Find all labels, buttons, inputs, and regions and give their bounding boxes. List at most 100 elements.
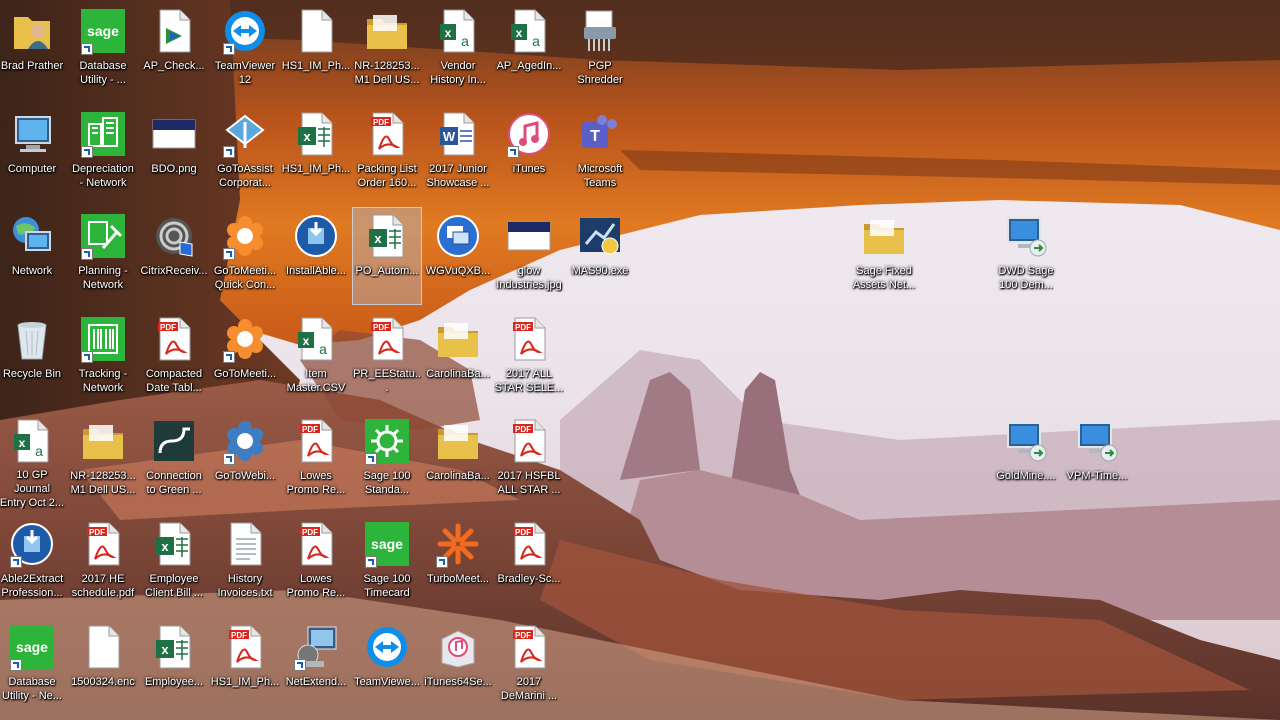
shortcut-arrow-icon [365, 453, 377, 466]
desktop-icon-nr-128253-2[interactable]: NR-128253... M1 Dell US... [68, 412, 138, 510]
desktop-icon-planning-network[interactable]: Planning - Network [68, 207, 138, 305]
desktop[interactable]: Brad Prather sage Database Utility - ... … [0, 0, 1280, 720]
desktop-icon-lowes-promo-1[interactable]: PDF Lowes Promo Re... [281, 412, 351, 510]
desktop-icon-tracking-network[interactable]: Tracking - Network [68, 310, 138, 408]
desktop-icon-hsfbl-all-star[interactable]: PDF 2017 HSFBL ALL STAR ... [494, 412, 564, 510]
desktop-icon-glow-industries[interactable]: glow Industries.jpg [494, 207, 564, 305]
desktop-icon-label: HS1_IM_Ph... [281, 162, 351, 175]
image-file-icon [505, 212, 553, 260]
svg-text:sage: sage [16, 639, 48, 655]
excel-icon: x [150, 520, 198, 568]
desktop-icon-recycle-bin[interactable]: Recycle Bin [0, 310, 67, 408]
desktop-icon-dwd-sage-100[interactable]: DWD Sage 100 Dem... [991, 207, 1061, 305]
desktop-icon-gotomeeting-quick[interactable]: GoToMeeti... Quick Con... [210, 207, 280, 305]
desktop-icon-brad-prather[interactable]: Brad Prather [0, 2, 67, 100]
netextender-icon [292, 623, 340, 671]
sage-icon: sage [79, 7, 127, 55]
desktop-icon-gotowebinar[interactable]: GoToWebi... [210, 412, 280, 510]
svg-text:PDF: PDF [231, 631, 247, 640]
desktop-icon-label: VPM-Time... [1066, 470, 1128, 483]
desktop-icon-packing-list[interactable]: PDF Packing List Order 160... [352, 105, 422, 203]
desktop-icon-citrix-receiver[interactable]: CitrixReceiv... [139, 207, 209, 305]
svg-text:PDF: PDF [515, 528, 531, 537]
desktop-icon-employee-client-bill[interactable]: x Employee Client Bill ... [139, 515, 209, 613]
desktop-icon-able2extract[interactable]: Able2Extract Profession... [0, 515, 67, 613]
desktop-icon-label: Planning - Network [78, 265, 128, 292]
desktop-icon-itunes64setup[interactable]: iTunes64Se... [423, 618, 493, 716]
desktop-icon-label: Lowes Promo Re... [286, 573, 346, 599]
desktop-icon-label: CarolinaBa... [426, 367, 490, 380]
desktop-icon-label: TeamViewer 12 [214, 60, 276, 86]
svg-text:PDF: PDF [515, 323, 531, 332]
desktop-icon-network[interactable]: Network [0, 207, 67, 305]
desktop-icon-mas90[interactable]: MAS90.exe [565, 207, 635, 305]
desktop-icon-carolinaba-1[interactable]: CarolinaBa... [423, 310, 493, 408]
text-file-icon [221, 520, 269, 568]
desktop-icon-junior-showcase[interactable]: W 2017 Junior Showcase ... [423, 105, 493, 203]
svg-text:PDF: PDF [515, 425, 531, 434]
desktop-icon-gp-journal[interactable]: x a 10 GP Journal Entry Oct 2... [0, 412, 67, 510]
desktop-icon-bdo-png[interactable]: BDO.png [139, 105, 209, 203]
desktop-icon-goldmine[interactable]: GoldMine.... [991, 412, 1061, 510]
desktop-icon-pr-eestatu[interactable]: PDF PR_EEStatu... [352, 310, 422, 408]
desktop-icon-bradley-sc[interactable]: PDF Bradley-Sc... [494, 515, 564, 613]
svg-text:x: x [161, 539, 169, 554]
desktop-icon-compacted-date[interactable]: PDF Compacted Date Tabl... [139, 310, 209, 408]
desktop-icon-employee[interactable]: x Employee... [139, 618, 209, 716]
desktop-icon-teamviewer[interactable]: TeamViewe... [352, 618, 422, 716]
desktop-icon-enc-file[interactable]: 1500324.enc [68, 618, 138, 716]
desktop-icon-lowes-promo-2[interactable]: PDF Lowes Promo Re... [281, 515, 351, 613]
desktop-icon-vendor-history[interactable]: x a Vendor History In... [423, 2, 493, 100]
desktop-icon-gotomeeting[interactable]: GoToMeeti... [210, 310, 280, 408]
shortcut-arrow-icon [436, 556, 448, 568]
pdf-icon: PDF [505, 417, 553, 465]
desktop-icon-pgp-shredder[interactable]: PGP Shredder [565, 2, 635, 100]
desktop-icon-itunes[interactable]: iTunes [494, 105, 564, 203]
desktop-icon-wgvuqxb[interactable]: WGVuQXB... [423, 207, 493, 305]
desktop-icon-all-star-sele[interactable]: PDF 2017 ALL STAR SELE... [494, 310, 564, 408]
desktop-icon-label: Computer [7, 162, 57, 175]
desktop-icon-carolinaba-2[interactable]: CarolinaBa... [423, 412, 493, 510]
desktop-icon-label: 2017 Junior Showcase ... [426, 162, 490, 189]
desktop-icon-hs1-im-ph-1[interactable]: HS1_IM_Ph... [281, 2, 351, 100]
desktop-icon-he-schedule[interactable]: PDF 2017 HE schedule.pdf [68, 515, 138, 613]
svg-text:x: x [161, 642, 169, 657]
desktop-icon-turbomeeting[interactable]: TurboMeet... [423, 515, 493, 613]
desktop-icon-teamviewer-12[interactable]: TeamViewer 12 [210, 2, 280, 100]
desktop-icon-label: Bradley-Sc... [497, 573, 561, 585]
desktop-icon-history-invoices[interactable]: History Invoices.txt [210, 515, 280, 613]
desktop-icon-install-able[interactable]: InstallAble... [281, 207, 351, 305]
word-icon: W [434, 110, 482, 158]
desktop-icon-database-utility[interactable]: sage Database Utility - ... [68, 2, 138, 100]
desktop-icon-ap-agedin[interactable]: x a AP_AgedIn... [494, 2, 564, 100]
desktop-icon-label: InstallAble... [286, 265, 346, 278]
desktop-icon-sage-fixed-assets[interactable]: Sage Fixed Assets Net... [849, 207, 919, 305]
desktop-icon-computer[interactable]: Computer [0, 105, 67, 203]
desktop-icon-vpm-time[interactable]: VPM-Time... [1062, 412, 1132, 510]
desktop-icon-demarini[interactable]: PDF 2017 DeMarini ... [494, 618, 564, 716]
desktop-icon-gotoassist[interactable]: GoToAssist Corporat... [210, 105, 280, 203]
desktop-icon-sage100-timecard[interactable]: sage Sage 100 Timecard [352, 515, 422, 613]
desktop-icon-microsoft-teams[interactable]: T Microsoft Teams [565, 105, 635, 203]
app-window-icon [434, 212, 482, 260]
desktop-icon-depreciation-network[interactable]: Depreciation - Network [68, 105, 138, 203]
desktop-icon-sage100-standard[interactable]: Sage 100 Standa... [352, 412, 422, 510]
desktop-icon-label: TurboMeet... [427, 573, 489, 585]
excel-csv-icon: xa [434, 7, 482, 55]
shortcut-arrow-icon [365, 556, 377, 568]
desktop-icon-netextender[interactable]: NetExtend... [281, 618, 351, 716]
desktop-icon-ap-check[interactable]: AP_Check... [139, 2, 209, 100]
folder-icon [860, 212, 908, 260]
shortcut-arrow-icon [81, 350, 93, 363]
desktop-icon-database-utility-ne[interactable]: sage Database Utility - Ne... [0, 618, 67, 716]
desktop-icon-hs1-im-ph-2[interactable]: x HS1_IM_Ph... [281, 105, 351, 203]
desktop-icon-nr-128253-1[interactable]: NR-128253... M1 Dell US... [352, 2, 422, 100]
desktop-icon-label: BDO.png [151, 162, 197, 175]
installer-icon [8, 520, 56, 568]
teams-icon: T [576, 110, 624, 158]
desktop-icon-po-autom[interactable]: x PO_Autom... [352, 207, 422, 306]
desktop-icon-item-master[interactable]: x a Item Master.CSV [281, 310, 351, 408]
desktop-icon-hs1-im-ph-3[interactable]: PDF HS1_IM_Ph... [210, 618, 280, 716]
desktop-icon-connection-green[interactable]: Connection to Green ... [139, 412, 209, 510]
desktop-icon-label: Depreciation - Network [72, 162, 134, 189]
